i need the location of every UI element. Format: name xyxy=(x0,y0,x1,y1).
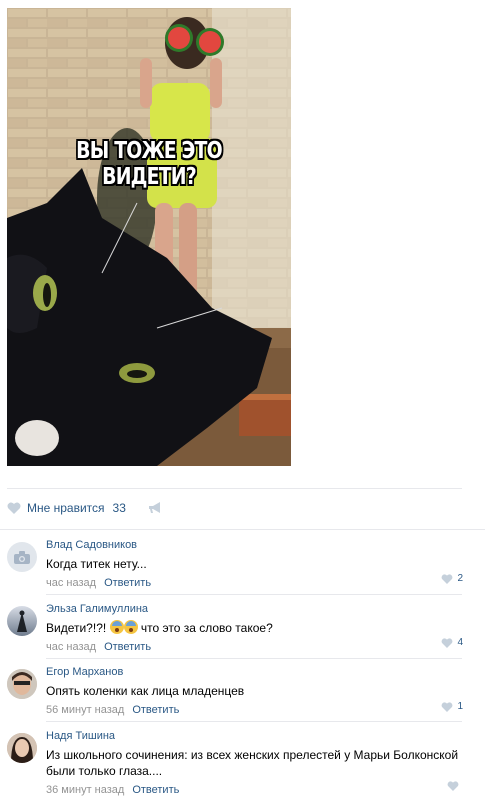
comment-meta: 36 минут назад Ответить xyxy=(46,784,465,797)
heart-icon xyxy=(7,502,21,514)
post-actions: Мне нравится 33 xyxy=(7,499,162,517)
comment-text: Опять коленки как лица младенцев xyxy=(46,684,245,698)
avatar[interactable] xyxy=(7,733,37,763)
comment-like-count: 4 xyxy=(457,637,463,648)
avatar[interactable] xyxy=(7,669,37,699)
meme-photo-illustration xyxy=(7,8,291,466)
comment-text-suffix: что это за слово такое? xyxy=(137,621,273,635)
comment-divider xyxy=(46,721,462,722)
comment-divider xyxy=(46,594,462,595)
comment-body: Влад Садовников Когда титек нету... час … xyxy=(46,539,465,590)
like-button[interactable]: Мне нравится 33 xyxy=(7,501,126,515)
post-photo[interactable]: ВЫ ТОЖЕ ЭТО ВИДЕТИ? xyxy=(7,8,291,466)
like-count: 33 xyxy=(112,501,126,515)
comment-text: Видети?!?! что это за слово такое? xyxy=(46,620,465,636)
comment-meta: 56 минут назад Ответить xyxy=(46,704,465,717)
comment-like-button[interactable]: 4 xyxy=(441,637,463,648)
camera-icon xyxy=(14,550,30,564)
avatar-image xyxy=(17,610,27,632)
comment-like-button[interactable]: 1 xyxy=(441,701,463,712)
avatar-image xyxy=(7,669,37,699)
reply-link[interactable]: Ответить xyxy=(132,704,179,716)
comment-author[interactable]: Влад Садовников xyxy=(46,539,465,552)
scream-emoji-icon xyxy=(109,620,124,634)
comment-body: Эльза Галимуллина Видети?!?! что это за … xyxy=(46,603,465,654)
comments-divider xyxy=(0,529,485,530)
comment-text: Из школьного сочинения: из всех женских … xyxy=(46,748,459,778)
like-label: Мне нравится xyxy=(27,501,105,515)
comment-body: Надя Тишина Из школьного сочинения: из в… xyxy=(46,730,465,797)
reply-link[interactable]: Ответить xyxy=(132,784,179,796)
avatar[interactable] xyxy=(7,542,37,572)
comment-like-count: 2 xyxy=(457,573,463,584)
reply-link[interactable]: Ответить xyxy=(104,641,151,653)
reply-link[interactable]: Ответить xyxy=(104,577,151,589)
comment-time[interactable]: 36 минут назад xyxy=(46,784,124,796)
comment-author[interactable]: Эльза Галимуллина xyxy=(46,603,465,616)
comment-divider xyxy=(46,658,462,659)
comment-time[interactable]: 56 минут назад xyxy=(46,704,124,716)
comment-text-prefix: Видети?!?! xyxy=(46,621,107,635)
meme-caption: ВЫ ТОЖЕ ЭТО ВИДЕТИ? xyxy=(76,138,222,190)
comment-author[interactable]: Егор Марханов xyxy=(46,666,465,679)
comment-author[interactable]: Надя Тишина xyxy=(46,730,465,743)
comment-body: Егор Марханов Опять коленки как лица мла… xyxy=(46,666,465,717)
comment-time[interactable]: час назад xyxy=(46,577,96,589)
comment-time[interactable]: час назад xyxy=(46,641,96,653)
avatar-image xyxy=(7,733,37,763)
comment-like-button[interactable] xyxy=(447,781,463,791)
post-divider xyxy=(7,488,462,489)
comment-like-count: 1 xyxy=(457,701,463,712)
heart-icon xyxy=(442,573,453,584)
heart-icon xyxy=(442,637,453,648)
scream-emoji-icon xyxy=(123,620,138,634)
heart-icon xyxy=(442,701,453,712)
comment-text: Когда титек нету... xyxy=(46,557,147,571)
heart-icon xyxy=(447,781,459,791)
comment-like-button[interactable]: 2 xyxy=(441,573,463,584)
comment-meta: час назад Ответить xyxy=(46,641,465,654)
comment-meta: час назад Ответить xyxy=(46,577,465,590)
avatar[interactable] xyxy=(7,606,37,636)
wall-post: ВЫ ТОЖЕ ЭТО ВИДЕТИ? Мне нравится 33 Влад… xyxy=(0,0,485,801)
megaphone-icon[interactable] xyxy=(148,502,162,514)
